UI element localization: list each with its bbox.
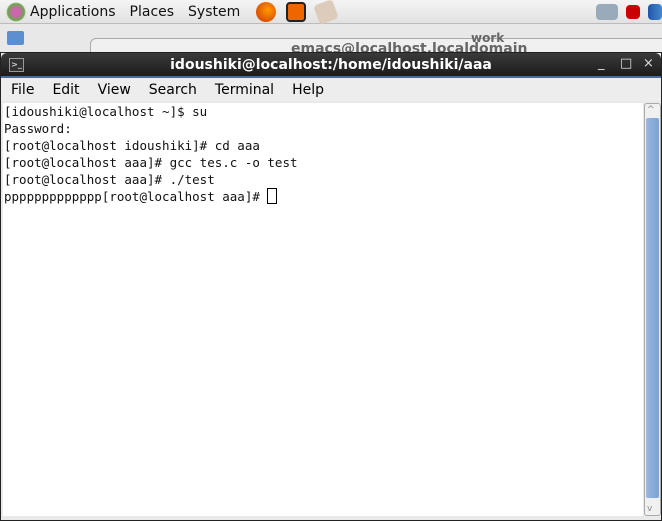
terminal-icon: >_ (9, 58, 24, 72)
close-button[interactable]: × (643, 56, 654, 71)
menu-view[interactable]: View (88, 82, 139, 98)
terminal-line: ppppppppppppp[root@localhost aaa]# (4, 189, 268, 204)
system-menu[interactable]: System (188, 4, 240, 20)
desktop-folder-icon[interactable] (7, 31, 24, 45)
terminal-output[interactable]: [idoushiki@localhost ~]$ su Password: [roo… (3, 103, 643, 516)
maximize-button[interactable]: □ (620, 56, 632, 71)
mail-icon[interactable] (313, 0, 340, 25)
terminal-line: [root@localhost aaa]# gcc tes.c -o test (4, 155, 298, 170)
terminal-window[interactable]: >_ idoushiki@localhost:/home/idoushiki/a… (0, 52, 662, 521)
minimize-button[interactable]: _ (598, 56, 605, 71)
terminal-line: [root@localhost idoushiki]# cd aaa (4, 138, 260, 153)
scrollbar[interactable]: ^ v (644, 103, 661, 516)
text-cursor (267, 188, 278, 204)
distro-logo-icon[interactable] (6, 1, 26, 22)
menu-edit[interactable]: Edit (42, 82, 87, 98)
firefox-icon[interactable] (256, 1, 277, 22)
menu-help[interactable]: Help (282, 82, 332, 98)
scroll-up-arrow-icon[interactable]: ^ (647, 105, 655, 115)
network-icon[interactable] (596, 3, 618, 20)
menu-terminal[interactable]: Terminal (205, 82, 282, 98)
menu-search[interactable]: Search (139, 82, 205, 98)
applications-menu[interactable]: Applications (30, 4, 116, 20)
scroll-down-arrow-icon[interactable]: v (647, 504, 652, 514)
window-title: idoushiki@localhost:/home/idoushiki/aaa (170, 56, 492, 73)
terminal-line: [root@localhost aaa]# ./test (4, 172, 215, 187)
terminal-line: Password: (4, 121, 72, 136)
top-panel: Applications Places System (0, 0, 662, 25)
scrollbar-thumb[interactable] (646, 118, 659, 498)
title-bar[interactable]: >_ idoushiki@localhost:/home/idoushiki/a… (1, 53, 661, 78)
app-icon[interactable] (286, 1, 307, 22)
menu-file[interactable]: File (1, 82, 42, 98)
signal-icon[interactable] (648, 3, 662, 20)
menu-bar: File Edit View Search Terminal Help (1, 78, 661, 101)
volume-muted-icon[interactable] (626, 4, 640, 19)
terminal-line: [idoushiki@localhost ~]$ su (4, 104, 208, 119)
places-menu[interactable]: Places (130, 4, 175, 20)
